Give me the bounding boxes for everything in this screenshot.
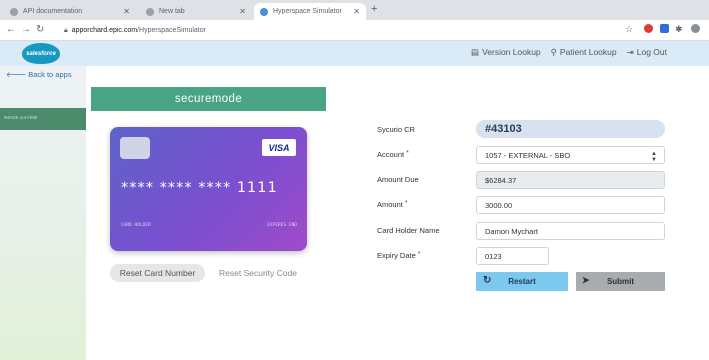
profile-avatar-icon[interactable] [691, 24, 700, 33]
securemode-banner: securemode [91, 87, 326, 111]
card-holder-name-label: Card Holder Name [377, 226, 440, 235]
expiry-date-input[interactable]: 0123 [476, 247, 549, 265]
monitor-icon: ▤ [471, 47, 480, 57]
refresh-icon: ↻ [483, 275, 492, 286]
submit-button[interactable]: ➤ Submit [576, 272, 665, 291]
close-tab-icon[interactable]: ✕ [353, 7, 360, 16]
visa-logo: VISA [262, 139, 296, 156]
tab-favicon-icon [10, 7, 18, 16]
card-chip-icon [120, 137, 150, 159]
sidebar-band: IMAGE not FINE [0, 108, 86, 130]
sidebar: 🡐 Back to apps IMAGE not FINE [0, 66, 86, 360]
tab-title: New tab [159, 8, 185, 15]
browser-tab-api-docs[interactable]: API documentation ✕ [4, 3, 136, 20]
browser-tab-new-tab[interactable]: New tab ✕ [140, 3, 252, 20]
header-links: ▤ Version Lookup ⚲ Patient Lookup ⇥ Log Out [471, 47, 667, 58]
back-to-apps-link[interactable]: 🡐 Back to apps [6, 70, 72, 79]
extensions-puzzle-icon[interactable]: ✱ [675, 24, 683, 35]
extension-blue-icon[interactable] [660, 24, 669, 33]
tab-title: Hyperspace Simulator [273, 8, 342, 15]
search-icon: ⚲ [550, 47, 557, 57]
close-tab-icon[interactable]: ✕ [239, 7, 246, 16]
lock-icon: 🔒︎ [64, 26, 68, 34]
tab-title: API documentation [23, 8, 83, 15]
card-holder-name-input[interactable]: Damon Mychart [476, 222, 665, 240]
sycurio-cr-field: #43103 [476, 120, 665, 138]
select-caret-icon: ▲ ▼ [651, 151, 657, 163]
logout-icon: ⇥ [626, 47, 634, 57]
new-tab-button[interactable]: + [371, 3, 377, 15]
url-host: apporchard.epic.com [71, 27, 138, 34]
amount-due-field: $6284.37 [476, 171, 665, 189]
back-arrow-icon: 🡐 [6, 70, 27, 79]
version-lookup-link[interactable]: ▤ Version Lookup [471, 47, 541, 58]
restart-button[interactable]: ↻ Restart [476, 272, 568, 291]
url-field[interactable]: 🔒︎ apporchard.epic.com/HyperspaceSimulat… [64, 24, 206, 37]
amount-label: Amount * [377, 200, 408, 209]
close-tab-icon[interactable]: ✕ [123, 7, 130, 16]
tab-favicon-icon [260, 7, 268, 16]
arrow-right-icon: ➤ [582, 275, 590, 285]
tab-favicon-icon [146, 7, 154, 16]
card-number: **** **** **** 1111 [121, 180, 278, 196]
extension-shield-icon[interactable] [644, 24, 653, 33]
card-expiry-label: EXPIRES END [267, 223, 297, 228]
address-bar: ← → ↻ 🔒︎ apporchard.epic.com/HyperspaceS… [0, 20, 709, 41]
sycurio-cr-label: Sycurio CR [377, 125, 415, 134]
reset-security-code-button[interactable]: Reset Security Code [219, 264, 297, 282]
log-out-link[interactable]: ⇥ Log Out [627, 47, 667, 58]
app-header: salesforce ▤ Version Lookup ⚲ Patient Look… [0, 41, 709, 66]
patient-lookup-link[interactable]: ⚲ Patient Lookup [551, 47, 617, 58]
amount-input[interactable]: 3000.00 [476, 196, 665, 214]
url-path: /HyperspaceSimulator [137, 27, 206, 34]
credit-card: VISA **** **** **** 1111 CARD HOLDER EXP… [110, 127, 307, 251]
account-select[interactable]: 1057 - EXTERNAL - SBO ▲ ▼ [476, 146, 665, 164]
browser-tab-hyperspace-simulator[interactable]: Hyperspace Simulator ✕ [254, 3, 366, 20]
sidebar-band-label: IMAGE not FINE [4, 115, 38, 120]
reload-icon[interactable]: ↻ [36, 24, 44, 35]
back-arrow-icon[interactable]: ← [6, 24, 16, 35]
star-icon[interactable]: ☆ [625, 24, 633, 35]
amount-due-label: Amount Due [377, 175, 419, 184]
account-label: Account * [377, 150, 409, 159]
expiry-date-label: Expiry Date * [377, 251, 421, 260]
browser-tabstrip: API documentation ✕ New tab ✕ Hyperspace… [0, 0, 709, 20]
card-holder-label: CARD HOLDER [121, 223, 151, 228]
forward-arrow-icon[interactable]: → [21, 24, 31, 35]
salesforce-logo: salesforce [22, 43, 60, 64]
reset-card-number-button[interactable]: Reset Card Number [110, 264, 205, 282]
